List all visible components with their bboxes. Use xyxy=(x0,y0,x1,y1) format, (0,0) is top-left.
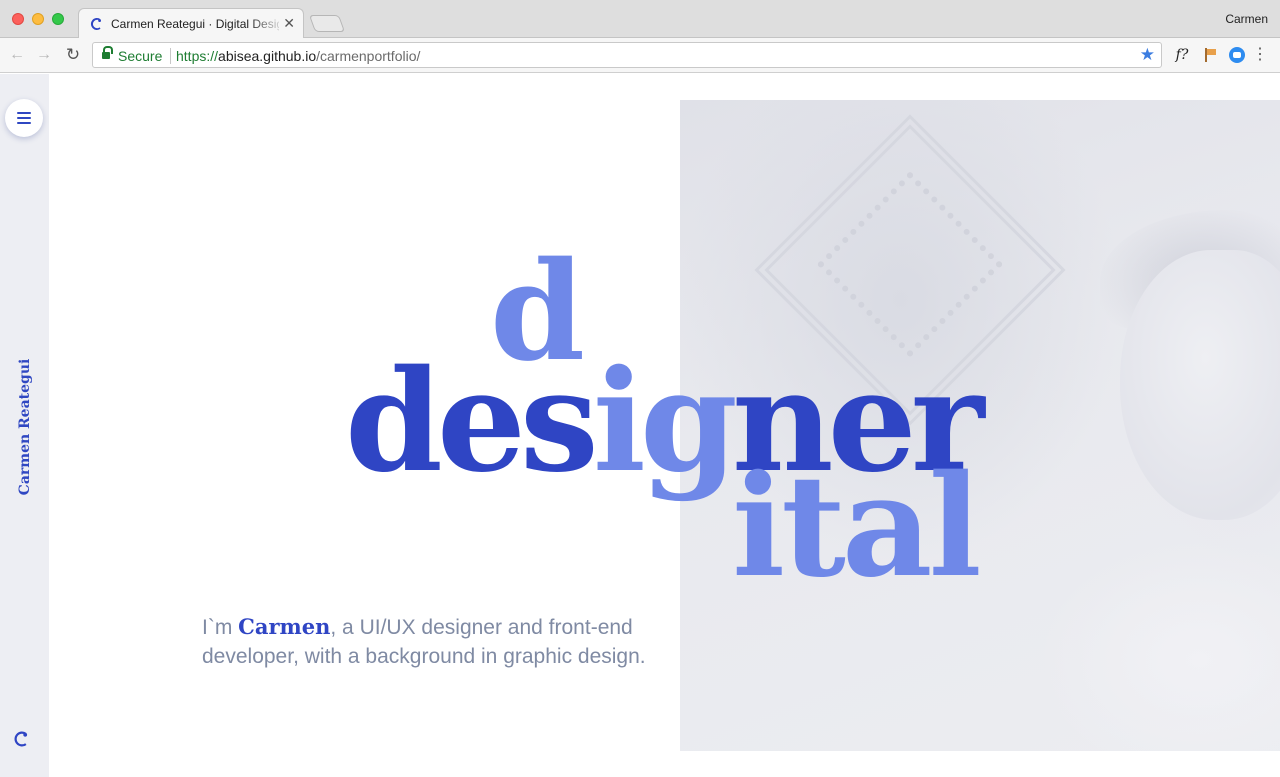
intro-text: I`m Carmen, a UI/UX designer and front-e… xyxy=(202,612,672,671)
minimize-window-button[interactable] xyxy=(32,13,44,25)
intro-prefix: I`m xyxy=(202,616,239,639)
reload-icon[interactable]: ↻ xyxy=(62,44,84,66)
headline-designer-prefix: des xyxy=(345,340,599,504)
lock-icon xyxy=(102,46,113,61)
sidebar-name: Carmen Reategui xyxy=(17,358,33,496)
address-separator xyxy=(170,48,171,64)
back-arrow-icon[interactable]: ← xyxy=(6,44,28,66)
fontface-extension-icon[interactable]: f? xyxy=(1172,46,1192,64)
headline-word-ital: ital xyxy=(732,445,982,609)
tab-title-fade xyxy=(249,11,285,35)
secure-label: Secure xyxy=(118,48,163,64)
browser-tab[interactable]: Carmen Reategui · Digital Designer ✕ xyxy=(78,8,304,38)
url-path: /carmenportfolio/ xyxy=(316,48,421,64)
chrome-menu-icon[interactable]: ⋮ xyxy=(1252,46,1268,64)
sidebar: Carmen Reategui xyxy=(0,74,49,777)
carmen-logo-icon[interactable] xyxy=(12,729,32,749)
portrait-face-shape xyxy=(1120,250,1280,520)
maximize-window-button[interactable] xyxy=(52,13,64,25)
intro-name: Carmen xyxy=(238,614,331,639)
browser-toolbar: ← → ↻ Secure https://abisea.github.io/ca… xyxy=(0,38,1280,73)
address-bar[interactable]: Secure https://abisea.github.io/carmenpo… xyxy=(92,42,1162,68)
page-content: Carmen Reategui d designer ital I`m Carm… xyxy=(0,74,1280,777)
profile-name[interactable]: Carmen xyxy=(1225,12,1268,26)
hamburger-menu-icon xyxy=(17,112,31,114)
headline-designer-highlight: ig xyxy=(592,340,738,504)
forward-arrow-icon[interactable]: → xyxy=(33,44,55,66)
star-icon[interactable]: ★ xyxy=(1140,45,1155,65)
close-tab-icon[interactable]: ✕ xyxy=(283,15,295,31)
hamburger-menu-icon-line xyxy=(17,117,31,119)
new-tab-button[interactable] xyxy=(308,15,346,32)
url-scheme: https:// xyxy=(176,48,219,64)
carmen-favicon-icon xyxy=(90,18,101,30)
screencast-extension-icon[interactable] xyxy=(1229,47,1245,63)
flag-extension-icon[interactable] xyxy=(1202,46,1218,64)
close-window-button[interactable] xyxy=(12,13,24,25)
title-bar: Carmen Reategui · Digital Designer ✕ Car… xyxy=(0,0,1280,38)
hamburger-menu-icon-line xyxy=(17,122,31,124)
hamburger-menu-button[interactable] xyxy=(5,99,43,137)
url-text[interactable]: https://abisea.github.io/carmenportfolio… xyxy=(176,48,420,64)
url-host: abisea.github.io xyxy=(218,48,317,64)
